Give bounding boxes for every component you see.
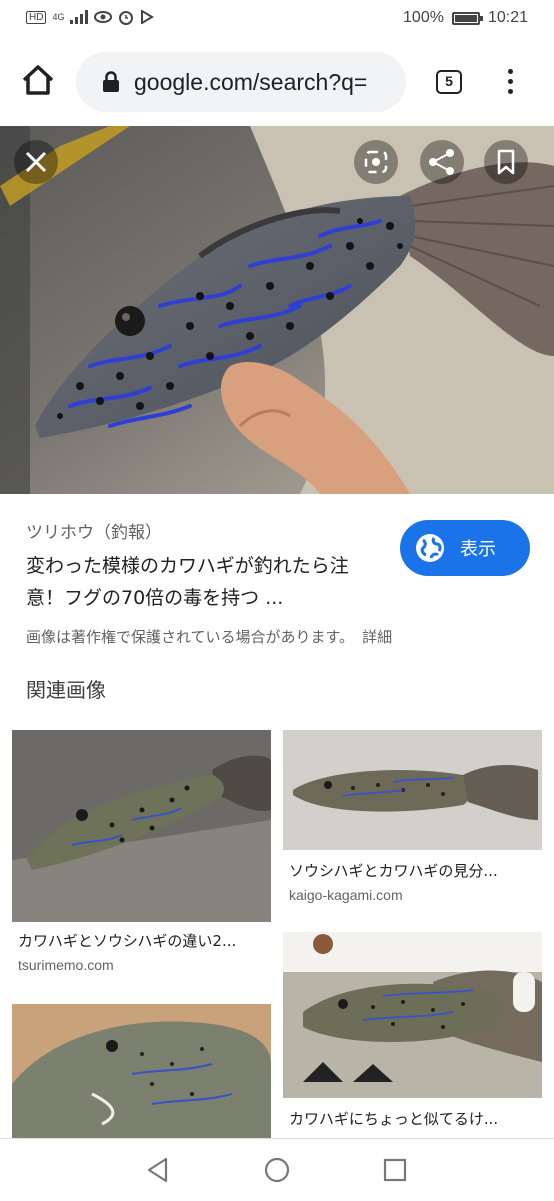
related-caption: ソウシハギとカワハギの見分... — [289, 862, 498, 880]
main-image — [0, 126, 554, 494]
related-thumbnail — [12, 1004, 271, 1138]
network-type: 4G — [52, 12, 65, 22]
related-image-card[interactable]: ソウシハギとカワハギの見分... kaigo-kagami.com — [283, 730, 542, 910]
details-link[interactable]: 詳細 — [362, 628, 392, 646]
alarm-icon — [119, 11, 134, 25]
related-thumbnail — [283, 932, 542, 1098]
play-store-icon — [141, 10, 155, 24]
url-text: google.com/search?q= — [134, 68, 368, 95]
status-right: 100% 10:21 — [403, 9, 528, 27]
image-title[interactable]: 変わった模様のカワハギが釣れたら注意！フグの70倍の毒を持つ ... — [26, 550, 382, 614]
more-vert-icon[interactable] — [500, 66, 520, 100]
address-bar[interactable]: google.com/search?q= — [76, 52, 406, 112]
copyright-text: 画像は著作権で保護されている場合があります。 — [26, 628, 355, 646]
globe-icon — [416, 534, 444, 562]
related-image-card[interactable]: カワハギにちょっと似てるけ... — [283, 932, 542, 1138]
copyright-notice: 画像は著作権で保護されている場合があります。 詳細 — [26, 626, 392, 647]
close-icon[interactable] — [14, 140, 58, 184]
eye-icon — [94, 11, 113, 23]
related-domain: tsurimemo.com — [18, 957, 114, 973]
home-icon[interactable] — [18, 60, 58, 100]
related-domain: kaigo-kagami.com — [289, 887, 403, 903]
related-thumbnail — [283, 730, 542, 850]
related-image-card[interactable]: カワハギとソウシハギの違い2... tsurimemo.com — [12, 730, 271, 986]
tab-switcher-button[interactable]: 5 — [436, 70, 462, 94]
back-triangle-icon[interactable] — [146, 1157, 170, 1183]
status-bar: HD 4G 100% 10:21 — [0, 0, 554, 38]
lens-search-icon[interactable] — [354, 140, 398, 184]
battery-percent: 100% — [403, 9, 444, 26]
related-thumbnail — [12, 730, 271, 922]
bookmark-icon[interactable] — [484, 140, 528, 184]
battery-icon — [451, 11, 483, 25]
related-caption: カワハギとソウシハギの違い2... — [18, 932, 237, 950]
clock: 10:21 — [487, 9, 528, 26]
hd-badge: HD — [26, 10, 47, 24]
image-source[interactable]: ツリホウ（釣報） — [26, 518, 162, 543]
home-circle-icon[interactable] — [264, 1157, 290, 1183]
related-image-card[interactable] — [12, 1004, 271, 1138]
signal-icon — [70, 10, 89, 24]
view-button[interactable]: 表示 — [400, 520, 530, 576]
recents-square-icon[interactable] — [383, 1158, 407, 1182]
status-left: HD 4G — [26, 9, 155, 25]
lock-icon — [103, 71, 119, 92]
share-icon[interactable] — [420, 140, 464, 184]
view-button-label: 表示 — [460, 539, 496, 560]
system-nav-bar — [0, 1138, 554, 1201]
fish-photo — [0, 126, 554, 494]
related-heading: 関連画像 — [26, 678, 106, 702]
related-caption: カワハギにちょっと似てるけ... — [289, 1110, 499, 1128]
browser-toolbar: google.com/search?q= 5 — [0, 38, 554, 126]
